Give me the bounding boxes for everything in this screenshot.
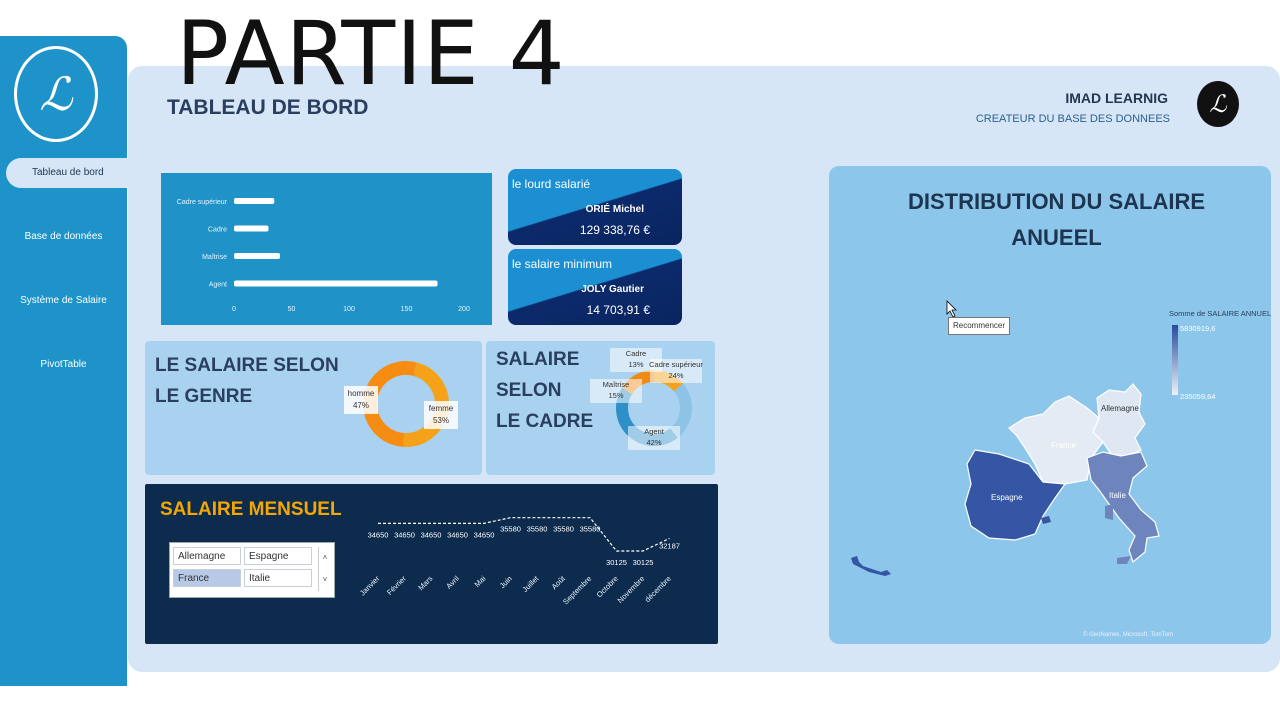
max-salary-card: le lourd salarié ORIÉ Michel 129 338,76 … [508, 169, 682, 245]
bar-chart-card: Cadre supérieur Cadre Maîtrise Agent 0 50 100 1… [161, 173, 492, 325]
monthly-data-label: 35580 [553, 525, 574, 534]
cadre-label: Agent [644, 427, 665, 436]
monthly-axis-label: Novembre [616, 574, 647, 605]
bar-axis-tick: 0 [232, 306, 236, 313]
cadre-label: Cadre [626, 349, 646, 358]
bar [234, 225, 269, 232]
map-credit: © GeoNames, Microsoft, TomTom [1083, 631, 1173, 638]
bar-category-label: Cadre [208, 227, 227, 234]
gender-label: homme [348, 389, 375, 398]
monthly-line-chart: 34650 Janvier 34650 Février 34650 Mars 34650 Av… [358, 517, 680, 606]
brand-name: IMAD LEARNIG [1065, 90, 1168, 106]
cadre-percent: 13% [628, 360, 643, 369]
map-label-espagne: Espagne [991, 493, 1023, 502]
monthly-axis-label: Août [550, 573, 568, 591]
map-island-sardinia [1105, 504, 1113, 520]
gender-percent: 53% [433, 416, 449, 425]
max-salary-value: 129 338,76 € [579, 223, 650, 237]
brand-logo-icon: ℒ [1197, 81, 1239, 127]
cadre-percent: 42% [646, 438, 661, 447]
bar [234, 253, 280, 259]
brand-subtitle: CREATEUR DU BASE DES DONNEES [975, 113, 1170, 125]
monthly-axis-label: décembre [643, 574, 673, 604]
overlay-title: PARTIE 4 [176, 2, 566, 105]
monthly-salary-card: SALAIRE MENSUEL Allemagne Espagne France… [145, 484, 718, 644]
monthly-data-label: 34650 [447, 530, 468, 539]
bar-category-label: Cadre supérieur [177, 199, 228, 206]
map-legend-gradient [1172, 325, 1178, 395]
monthly-data-label: 34650 [421, 530, 442, 539]
bar-chart: Cadre supérieur Cadre Maîtrise Agent 0 50 100 1… [177, 198, 470, 313]
cadre-card: SALAIRE SELON LE CADRE Cadre 13% Cadre sup… [486, 341, 715, 475]
map-country-italie[interactable] [1086, 451, 1160, 564]
bar-axis-tick: 200 [458, 306, 470, 313]
min-salary-title: le salaire minimum [512, 257, 613, 271]
monthly-data-label: 34650 [368, 530, 389, 539]
monthly-data-label: 30125 [606, 558, 627, 567]
monthly-axis-label: Juin [498, 574, 514, 590]
monthly-data-label: 34650 [474, 530, 495, 539]
monthly-data-label: 30125 [633, 558, 654, 567]
map-reset-tooltip[interactable]: Recommencer [948, 317, 1010, 335]
monthly-axis-label: Février [385, 574, 408, 597]
monthly-axis-label: Septembre [561, 574, 593, 606]
gender-label: femme [429, 404, 454, 413]
bar-axis-tick: 150 [401, 306, 413, 313]
min-salary-name: JOLY Gautier [581, 284, 644, 295]
min-salary-card: le salaire minimum JOLY Gautier 14 703,9… [508, 249, 682, 325]
monthly-axis-label: Octobre [595, 574, 620, 599]
gender-percent: 47% [353, 401, 369, 410]
monthly-data-label: 35580 [527, 525, 548, 534]
map-islands-canarias [851, 556, 891, 576]
cursor-icon [946, 300, 957, 318]
cadre-percent: 24% [668, 371, 683, 380]
map-legend-min: 235059,64 [1180, 392, 1215, 401]
map-label-france: France [1051, 441, 1076, 450]
monthly-data-label: 35580 [500, 525, 521, 534]
min-salary-value: 14 703,91 € [586, 303, 650, 317]
max-salary-title: le lourd salarié [512, 177, 591, 191]
bar-axis-tick: 50 [288, 306, 296, 313]
gender-card: LE SALAIRE SELON LE GENRE homme 47% femme 5… [145, 341, 482, 475]
map-label-italie: Italie [1109, 491, 1126, 500]
logo: ℒ [14, 46, 98, 142]
sidebar-item-tableau-de-bord[interactable]: Tableau de bord [6, 158, 146, 188]
monthly-data-label: 34650 [394, 530, 415, 539]
max-salary-name: ORIÉ Michel [585, 204, 644, 215]
map-legend-max: 5830919,6 [1180, 324, 1215, 333]
map-legend-title: Somme de SALAIRE ANNUEL [1169, 309, 1271, 318]
monthly-axis-label: Juillet [520, 573, 541, 594]
bar [234, 280, 438, 287]
cadre-donut-chart: Cadre 13% Cadre supérieur 24% Agent 42% Maîtri… [590, 348, 703, 450]
monthly-data-label: 32187 [659, 541, 680, 550]
map-card: DISTRIBUTION DU SALAIRE ANUEEL Somme de … [829, 166, 1271, 644]
cadre-label: Maîtrise [603, 380, 630, 389]
monthly-axis-label: Janvier [358, 574, 382, 598]
bar-axis-tick: 100 [343, 306, 355, 313]
map-island-sicily [1117, 556, 1131, 564]
page-title: TABLEAU DE BORD [167, 96, 369, 119]
bar-category-label: Maîtrise [202, 254, 227, 261]
monthly-axis-label: Mars [416, 574, 434, 592]
cadre-label: Cadre supérieur [649, 360, 703, 369]
monthly-axis-label: Avril [444, 574, 461, 591]
sidebar-item-systeme-de-salaire[interactable]: Système de Salaire [0, 295, 127, 306]
europe-map: Somme de SALAIRE ANNUEL 5830919,6 235059… [851, 300, 1271, 638]
monthly-data-label: 35580 [580, 525, 601, 534]
sidebar-item-base-de-donnees[interactable]: Base de données [0, 231, 127, 242]
cadre-percent: 15% [608, 391, 623, 400]
sidebar-item-pivottable[interactable]: PivotTable [0, 359, 127, 370]
monthly-axis-label: Mai [472, 574, 487, 589]
map-label-allemagne: Allemagne [1101, 404, 1139, 413]
bar-category-label: Agent [209, 282, 227, 289]
gender-donut-chart: homme 47% femme 53% [344, 361, 458, 447]
bar [234, 198, 275, 204]
